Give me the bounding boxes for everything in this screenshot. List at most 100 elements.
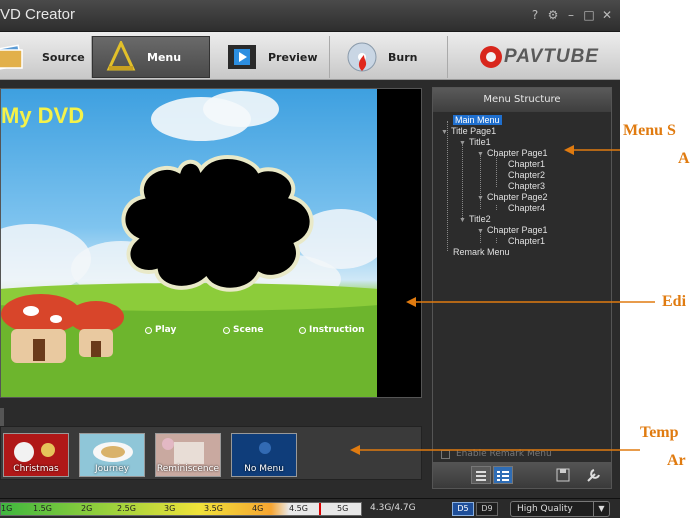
- tab-source-label: Source: [42, 50, 85, 64]
- maximize-icon[interactable]: □: [582, 8, 596, 22]
- chevron-down-icon[interactable]: ▼: [593, 502, 609, 516]
- save-template-button[interactable]: [553, 466, 573, 484]
- menu-background: [1, 91, 377, 397]
- expand-icon[interactable]: ▼: [459, 140, 466, 147]
- status-bar: 1G 1.5G 2G 2.5G 3G 3.5G 4G 4.5G 5G 4.3G/…: [0, 498, 620, 518]
- panel-toolbar: [433, 462, 611, 488]
- tree-title1[interactable]: ▼ Title1: [459, 137, 491, 147]
- quality-value: High Quality: [517, 504, 573, 514]
- template-strip: Christmas Journey Reminiscence No Menu: [0, 426, 422, 480]
- tree-title2[interactable]: ▼ Title2: [459, 214, 491, 224]
- template-label: Journey: [95, 464, 129, 474]
- capacity-text: 4.3G/4.7G: [370, 503, 416, 513]
- expand-icon[interactable]: ▼: [459, 217, 466, 224]
- brand-name: PAVTUBE: [504, 46, 599, 67]
- tree-chapter1-b[interactable]: Chapter1: [508, 236, 545, 246]
- dvd-title[interactable]: My DVD: [1, 103, 84, 129]
- settings-icon[interactable]: ⚙: [546, 8, 560, 22]
- tree-guide: [496, 205, 497, 210]
- tree-chapter1[interactable]: Chapter1: [508, 159, 545, 169]
- capacity-tick: 4G: [252, 504, 264, 513]
- save-icon: [556, 468, 570, 482]
- template-no-menu[interactable]: No Menu: [231, 433, 297, 477]
- tree-chapter4[interactable]: Chapter4: [508, 203, 545, 213]
- edit-area[interactable]: My DVD Play Scene Instruction: [0, 88, 422, 398]
- detail-view-button[interactable]: [493, 466, 513, 484]
- capacity-limit-marker: [319, 503, 321, 515]
- tree-chapter3[interactable]: Chapter3: [508, 181, 545, 191]
- settings-button[interactable]: [583, 466, 603, 484]
- tab-source[interactable]: Source: [0, 36, 92, 78]
- capacity-tick: 3.5G: [204, 504, 223, 513]
- tree-title2-label: Title2: [468, 214, 491, 224]
- capacity-tick: 1G: [1, 504, 13, 513]
- menu-button-scene[interactable]: Scene: [223, 325, 263, 335]
- disc-d9-button[interactable]: D9: [476, 502, 498, 516]
- scene-bullet-icon: [223, 326, 230, 334]
- tree-chapter-page1-b[interactable]: ▼ Chapter Page1: [477, 225, 547, 235]
- burn-disc-icon: [347, 42, 377, 72]
- tree-chapter-page2[interactable]: ▼ Chapter Page2: [477, 192, 547, 202]
- capacity-tick: 2G: [81, 504, 93, 513]
- template-strip-tab[interactable]: [0, 408, 4, 426]
- expand-icon[interactable]: ▼: [441, 129, 448, 136]
- tree-chapter-page1[interactable]: ▼ Chapter Page1: [477, 148, 547, 158]
- menu-button-instruction[interactable]: Instruction: [299, 325, 365, 335]
- tab-preview-label: Preview: [268, 50, 318, 64]
- play-bullet-icon: [145, 326, 152, 334]
- pavtube-logo: PAVTUBE: [478, 44, 599, 70]
- tree-title-page1-label: Title Page1: [450, 126, 497, 136]
- window-title: VD Creator: [0, 6, 76, 23]
- template-journey[interactable]: Journey: [79, 433, 145, 477]
- capacity-tick: 1.5G: [33, 504, 52, 513]
- tab-menu-label: Menu: [147, 50, 182, 64]
- menu-button-instruction-label: Instruction: [309, 325, 365, 335]
- tree-guide: [496, 155, 497, 187]
- expand-icon[interactable]: ▼: [477, 151, 484, 158]
- instruction-bullet-icon: [299, 326, 306, 334]
- tree-title-page1[interactable]: ▼ Title Page1: [441, 126, 496, 136]
- template-reminiscence[interactable]: Reminiscence: [155, 433, 221, 477]
- template-label: Christmas: [13, 464, 59, 474]
- list-view-button[interactable]: [471, 466, 491, 484]
- tree-title1-label: Title1: [468, 137, 491, 147]
- enable-remark-label: Enable Remark Menu: [456, 449, 552, 459]
- disc-d5-button[interactable]: D5: [452, 502, 474, 516]
- capacity-tick: 2.5G: [117, 504, 136, 513]
- menu-button-play-label: Play: [155, 325, 177, 335]
- menu-button-play[interactable]: Play: [145, 325, 176, 335]
- tree-chapter2[interactable]: Chapter2: [508, 170, 545, 180]
- dvd-creator-window: VD Creator ? ⚙ – □ ✕ Source Menu Preview…: [0, 0, 620, 518]
- tree-chapter-page1-label: Chapter Page1: [486, 148, 548, 158]
- tab-menu[interactable]: Menu: [92, 36, 210, 78]
- pavtube-logo-icon: [480, 46, 502, 68]
- template-label: Reminiscence: [156, 464, 220, 474]
- tab-burn-label: Burn: [388, 50, 418, 64]
- wrench-icon: [587, 469, 600, 482]
- template-christmas[interactable]: Christmas: [3, 433, 69, 477]
- enable-remark-menu[interactable]: Enable Remark Menu: [441, 449, 552, 459]
- menu-preview-canvas[interactable]: My DVD Play Scene Instruction: [1, 89, 377, 397]
- toolbar: Source Menu Preview Burn PAVTUBE: [0, 32, 620, 80]
- tree-main-menu[interactable]: Main Menu: [453, 115, 502, 125]
- source-photos-icon: [0, 44, 23, 71]
- enable-remark-checkbox[interactable]: [441, 449, 450, 459]
- help-icon[interactable]: ?: [528, 8, 542, 22]
- menu-structure-heading: Menu Structure: [433, 88, 611, 112]
- list-view-icon: [476, 471, 486, 481]
- minimize-icon[interactable]: –: [564, 8, 578, 22]
- expand-icon[interactable]: ▼: [477, 195, 484, 202]
- tab-burn[interactable]: Burn: [332, 36, 448, 78]
- title-bar: VD Creator ? ⚙ – □ ✕: [0, 0, 620, 32]
- tree-guide: [462, 143, 463, 218]
- tab-preview[interactable]: Preview: [212, 36, 330, 78]
- expand-icon[interactable]: ▼: [477, 228, 484, 235]
- close-icon[interactable]: ✕: [600, 8, 614, 22]
- callout-menu-structure: Menu S: [623, 122, 676, 139]
- tree-remark-menu[interactable]: Remark Menu: [453, 247, 510, 257]
- preview-film-icon: [228, 45, 256, 69]
- capacity-tick: 5G: [337, 504, 349, 513]
- callout-edit-area: Edi: [662, 293, 687, 310]
- quality-select[interactable]: High Quality ▼: [510, 501, 610, 517]
- menu-ruler-icon: [106, 41, 136, 71]
